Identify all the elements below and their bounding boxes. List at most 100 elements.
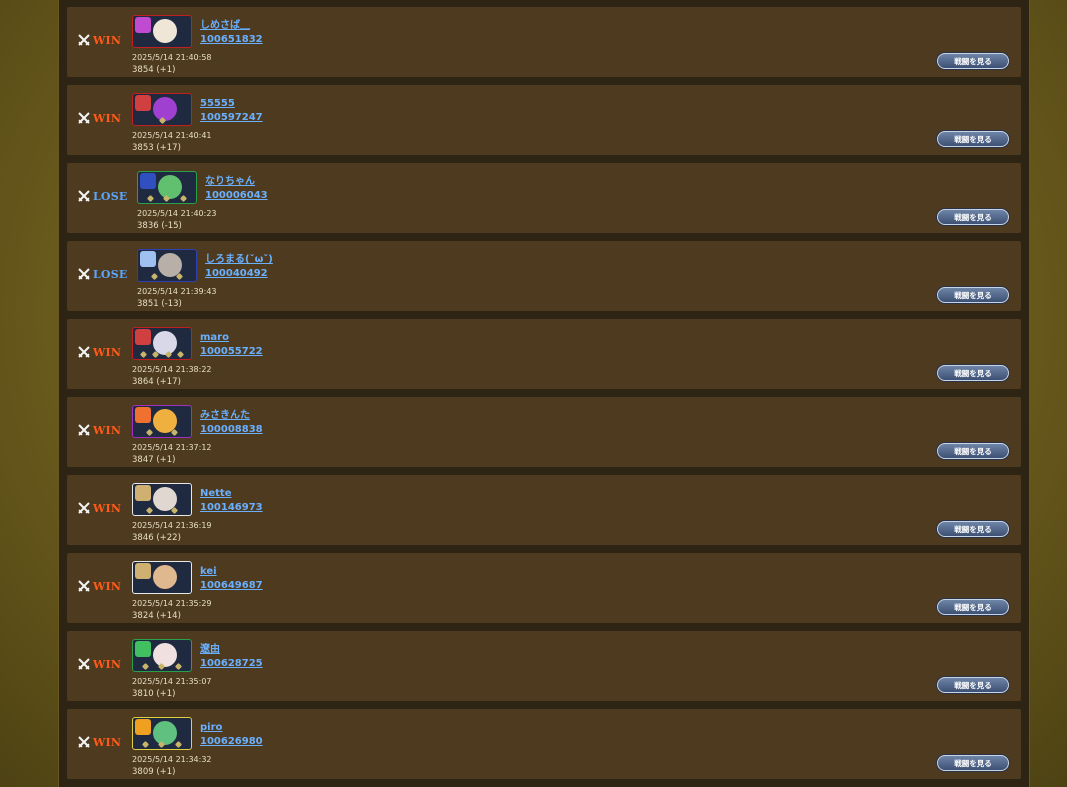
rating-change: 3854 (+1) bbox=[132, 65, 176, 75]
player-name-link[interactable]: しろまる(ˇωˇ) bbox=[205, 253, 273, 267]
battle-meta: 2025/5/14 21:35:29 3824 (+14) bbox=[132, 598, 212, 622]
equipment-gem-icon bbox=[175, 740, 183, 749]
player-id-link[interactable]: 100055722 bbox=[200, 345, 263, 359]
equipment-gem-icon bbox=[175, 662, 183, 671]
watch-battle-button[interactable]: 戦闘を見る bbox=[937, 131, 1009, 147]
watch-battle-button[interactable]: 戦闘を見る bbox=[937, 53, 1009, 69]
result-label: LOSE bbox=[93, 189, 128, 203]
rating-change: 3853 (+17) bbox=[132, 143, 181, 153]
player-id-link[interactable]: 100006043 bbox=[205, 189, 268, 203]
equipment-gem-icon bbox=[180, 194, 188, 203]
battle-meta: 2025/5/14 21:34:32 3809 (+1) bbox=[132, 754, 212, 778]
battle-result: WIN bbox=[78, 33, 121, 47]
rating-change: 3810 (+1) bbox=[132, 689, 176, 699]
leader-monster-icon bbox=[135, 407, 151, 423]
battle-row: WIN しめさば＿ 100651832 2025/5/14 21:40:58 3… bbox=[67, 7, 1021, 77]
rating-change: 3847 (+1) bbox=[132, 455, 176, 465]
rating-change: 3836 (-15) bbox=[137, 221, 182, 231]
battle-row: WIN みさきんた 100008838 2025/5/14 21:37:12 3… bbox=[67, 397, 1021, 467]
equipment-icons bbox=[137, 116, 187, 125]
battle-row: WIN 55555 100597247 2025/5/14 21:40:41 3… bbox=[67, 85, 1021, 155]
battle-timestamp: 2025/5/14 21:36:19 bbox=[132, 521, 212, 530]
party-thumbnail bbox=[132, 93, 192, 126]
watch-battle-button[interactable]: 戦闘を見る bbox=[937, 287, 1009, 303]
party-thumbnail bbox=[132, 717, 192, 750]
player-name-link[interactable]: しめさば＿ bbox=[200, 19, 263, 33]
battle-list: WIN しめさば＿ 100651832 2025/5/14 21:40:58 3… bbox=[67, 7, 1021, 787]
player-id-link[interactable]: 100008838 bbox=[200, 423, 263, 437]
player-info: 55555 100597247 bbox=[200, 97, 263, 125]
player-name-link[interactable]: なりちゃん bbox=[205, 175, 268, 189]
equipment-gem-icon bbox=[164, 350, 172, 359]
equipment-gem-icon bbox=[141, 662, 149, 671]
result-label: WIN bbox=[93, 111, 122, 125]
battle-row: LOSE しろまる(ˇωˇ) 100040492 2025/5/14 21:39… bbox=[67, 241, 1021, 311]
player-id-link[interactable]: 100597247 bbox=[200, 111, 263, 125]
watch-battle-button[interactable]: 戦闘を見る bbox=[937, 755, 1009, 771]
battle-result: LOSE bbox=[78, 267, 127, 281]
equipment-icons bbox=[137, 506, 187, 515]
player-info: Nette 100146973 bbox=[200, 487, 263, 515]
battle-result: WIN bbox=[78, 111, 121, 125]
battle-meta: 2025/5/14 21:40:23 3836 (-15) bbox=[137, 208, 217, 232]
watch-battle-button[interactable]: 戦闘を見る bbox=[937, 365, 1009, 381]
watch-battle-button[interactable]: 戦闘を見る bbox=[937, 209, 1009, 225]
result-label: WIN bbox=[93, 501, 122, 515]
battle-timestamp: 2025/5/14 21:40:41 bbox=[132, 131, 212, 140]
battle-timestamp: 2025/5/14 21:40:58 bbox=[132, 53, 212, 62]
crossed-swords-icon bbox=[78, 346, 90, 358]
party-thumbnail bbox=[137, 171, 197, 204]
player-id-link[interactable]: 100146973 bbox=[200, 501, 263, 515]
player-info: maro 100055722 bbox=[200, 331, 263, 359]
crossed-swords-icon bbox=[78, 736, 90, 748]
battle-timestamp: 2025/5/14 21:35:29 bbox=[132, 599, 212, 608]
party-thumbnail bbox=[132, 405, 192, 438]
equipment-gem-icon bbox=[177, 350, 185, 359]
result-label: WIN bbox=[93, 657, 122, 671]
player-name-link[interactable]: みさきんた bbox=[200, 409, 263, 423]
equipment-gem-icon bbox=[150, 272, 159, 281]
leader-monster-icon bbox=[135, 563, 151, 579]
player-name-link[interactable]: piro bbox=[200, 721, 263, 735]
battle-row: WIN piro 100626980 2025/5/14 21:34:32 38… bbox=[67, 709, 1021, 779]
party-thumbnail bbox=[132, 561, 192, 594]
equipment-gem-icon bbox=[175, 272, 184, 281]
battle-meta: 2025/5/14 21:40:41 3853 (+17) bbox=[132, 130, 212, 154]
party-thumbnail bbox=[132, 483, 192, 516]
leader-monster-icon bbox=[135, 329, 151, 345]
leader-monster-icon bbox=[135, 485, 151, 501]
equipment-gem-icon bbox=[139, 350, 147, 359]
player-name-link[interactable]: 55555 bbox=[200, 97, 263, 111]
player-name-link[interactable]: Nette bbox=[200, 487, 263, 501]
player-id-link[interactable]: 100651832 bbox=[200, 33, 263, 47]
party-thumbnail bbox=[132, 15, 192, 48]
player-id-link[interactable]: 100649687 bbox=[200, 579, 263, 593]
battle-row: WIN maro 100055722 2025/5/14 21:38:22 38… bbox=[67, 319, 1021, 389]
equipment-gem-icon bbox=[152, 350, 160, 359]
rating-change: 3824 (+14) bbox=[132, 611, 181, 621]
party-thumbnail bbox=[132, 639, 192, 672]
watch-battle-button[interactable]: 戦闘を見る bbox=[937, 443, 1009, 459]
player-id-link[interactable]: 100628725 bbox=[200, 657, 263, 671]
battle-result: WIN bbox=[78, 735, 121, 749]
equipment-icons bbox=[137, 662, 187, 671]
crossed-swords-icon bbox=[78, 502, 90, 514]
player-id-link[interactable]: 100626980 bbox=[200, 735, 263, 749]
player-name-link[interactable]: 遼由 bbox=[200, 643, 263, 657]
watch-battle-button[interactable]: 戦闘を見る bbox=[937, 599, 1009, 615]
equipment-gem-icon bbox=[141, 740, 149, 749]
player-info: しめさば＿ 100651832 bbox=[200, 19, 263, 47]
player-id-link[interactable]: 100040492 bbox=[205, 267, 273, 281]
equipment-gem-icon bbox=[163, 194, 171, 203]
watch-battle-button[interactable]: 戦闘を見る bbox=[937, 677, 1009, 693]
result-label: WIN bbox=[93, 735, 122, 749]
watch-battle-button[interactable]: 戦闘を見る bbox=[937, 521, 1009, 537]
player-name-link[interactable]: kei bbox=[200, 565, 263, 579]
equipment-icons bbox=[137, 350, 187, 359]
leader-monster-icon bbox=[135, 17, 151, 33]
crossed-swords-icon bbox=[78, 190, 90, 202]
rating-change: 3864 (+17) bbox=[132, 377, 181, 387]
player-name-link[interactable]: maro bbox=[200, 331, 263, 345]
battle-result: WIN bbox=[78, 501, 121, 515]
player-info: しろまる(ˇωˇ) 100040492 bbox=[205, 253, 273, 281]
